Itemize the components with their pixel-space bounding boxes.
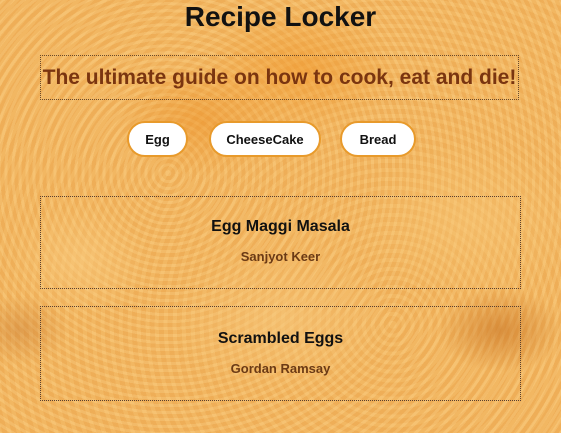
filter-button-cheesecake[interactable]: CheeseCake — [209, 121, 321, 157]
tagline-text: The ultimate guide on how to cook, eat a… — [42, 65, 517, 89]
tagline-banner: The ultimate guide on how to cook, eat a… — [40, 55, 519, 100]
category-filter-bar: Egg CheeseCake Bread — [0, 121, 561, 157]
recipe-author: Gordan Ramsay — [230, 361, 331, 376]
recipe-card[interactable]: Scrambled Eggs Gordan Ramsay — [40, 306, 521, 401]
page-title: Recipe Locker — [184, 1, 377, 32]
recipe-card[interactable]: Egg Maggi Masala Sanjyot Keer — [40, 196, 521, 289]
filter-button-egg[interactable]: Egg — [127, 121, 188, 157]
recipe-title: Scrambled Eggs — [217, 330, 344, 347]
recipe-author: Sanjyot Keer — [240, 249, 321, 264]
recipe-title: Egg Maggi Masala — [211, 218, 350, 235]
filter-button-bread[interactable]: Bread — [340, 121, 416, 157]
